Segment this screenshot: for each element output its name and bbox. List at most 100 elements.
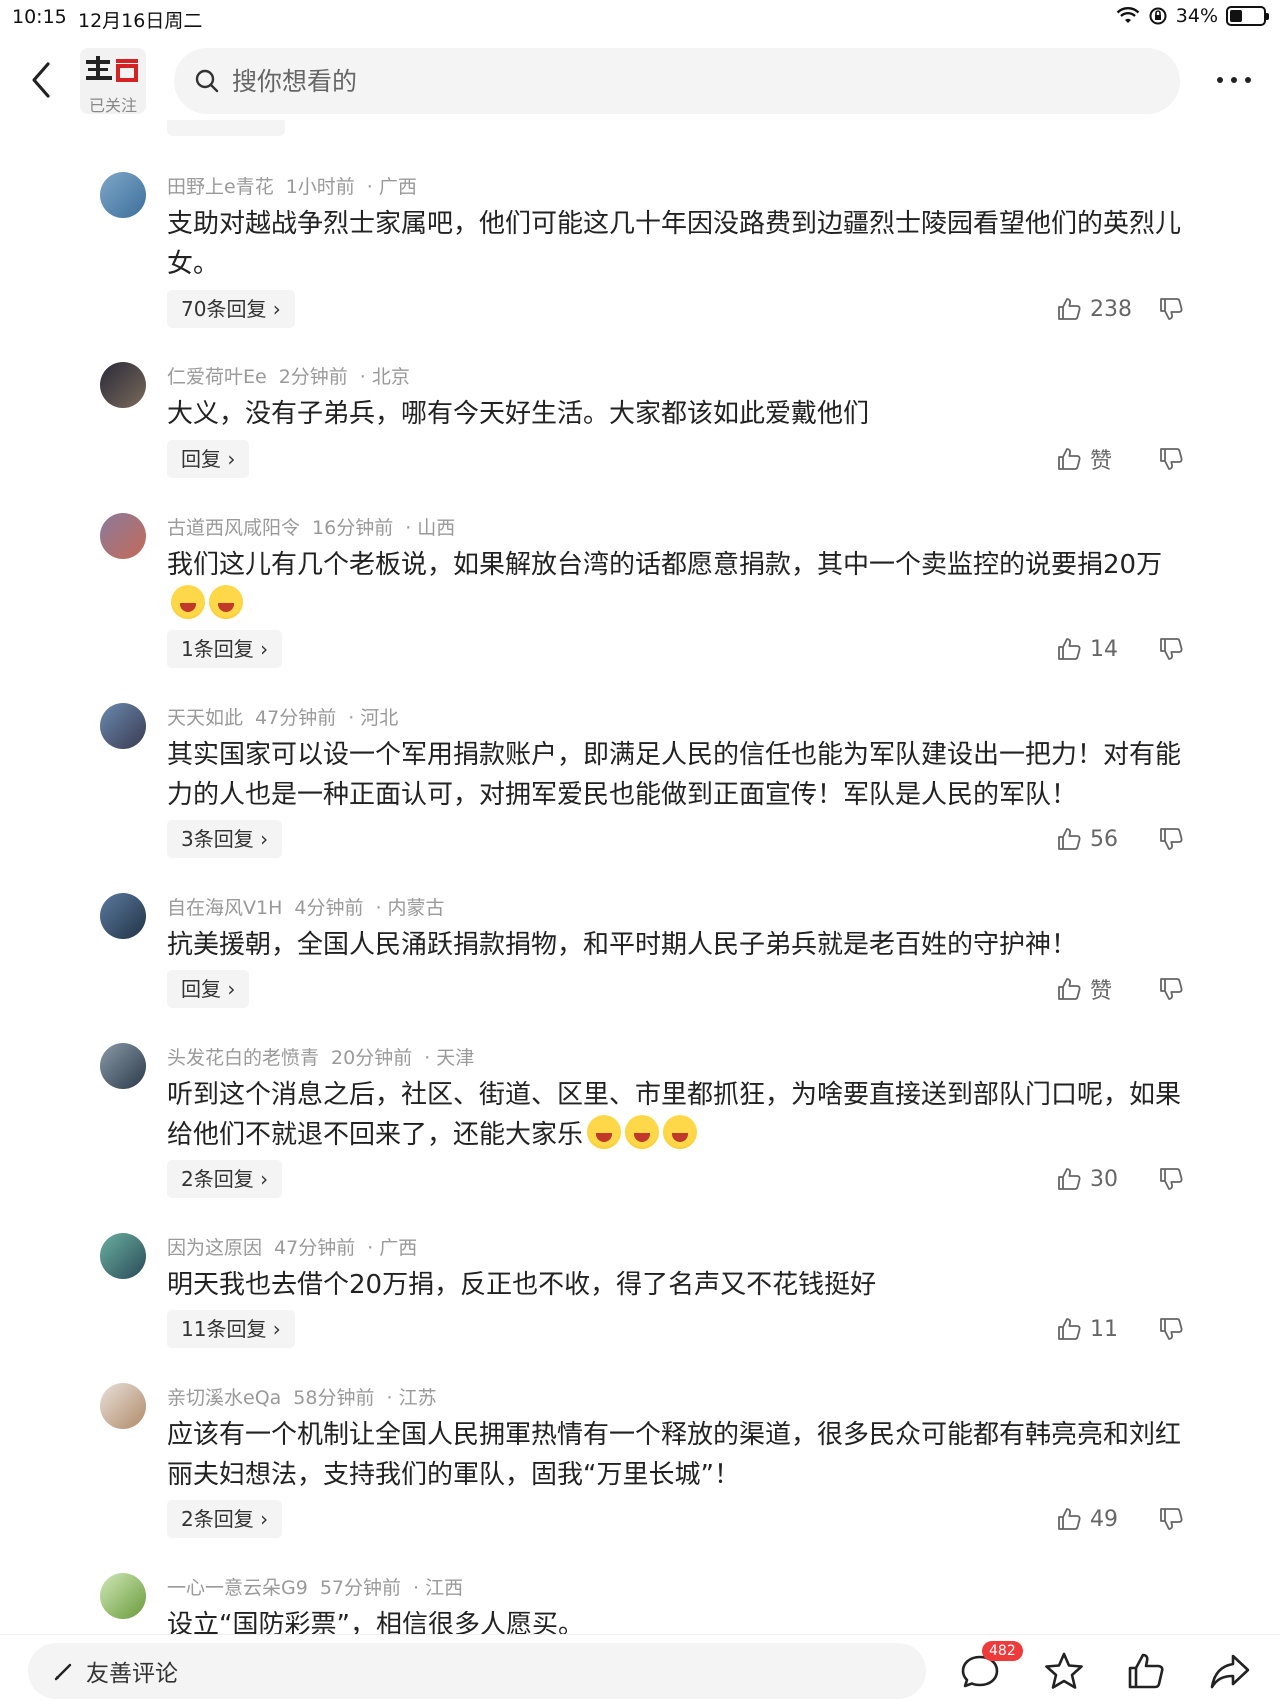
like-button[interactable]: 56 [1056, 820, 1118, 858]
comment-time: 2分钟前 [278, 366, 348, 388]
status-date: 12月16日周二 [78, 10, 203, 32]
more-button[interactable] [1212, 68, 1256, 92]
comment-time: 16分钟前 [312, 517, 394, 539]
reply-button[interactable]: 3条回复 › [167, 820, 283, 858]
thumbs-up-icon [1058, 978, 1081, 1000]
comment-username[interactable]: 因为这原因 [167, 1237, 262, 1259]
reply-button[interactable]: 回复 › [167, 440, 250, 478]
comment-time: 47分钟前 [255, 707, 337, 729]
thumbs-down-icon[interactable] [1158, 976, 1184, 1002]
comment-meta: 一心一意云朵G9 57分钟前 · 江西 [167, 1573, 475, 1600]
like-button[interactable]: 赞 [1056, 970, 1112, 1008]
comment-body: 其实国家可以设一个军用捐款账户，即满足人民的信任也能为军队建设出一把力！对有能力… [167, 740, 1182, 810]
comment-meta: 自在海风V1H 4分钟前 · 内蒙古 [167, 893, 457, 920]
comment-text: 支助对越战争烈士家属吧，他们可能这几十年因没路费到边疆烈士陵园看望他们的英烈儿女… [167, 204, 1187, 284]
user-avatar[interactable] [100, 893, 146, 939]
thumbs-down-icon[interactable] [1158, 1506, 1184, 1532]
user-avatar[interactable] [100, 1233, 146, 1279]
comment-body: 大义，没有子弟兵，哪有今天好生活。大家都该如此爱戴他们 [167, 399, 870, 429]
comment-username[interactable]: 古道西风咸阳令 [167, 517, 300, 539]
comment-region: · 广西 [367, 1237, 418, 1259]
comment-text: 其实国家可以设一个军用捐款账户，即满足人民的信任也能为军队建设出一把力！对有能力… [167, 735, 1187, 815]
thumbs-down-icon[interactable] [1158, 446, 1184, 472]
comment-username[interactable]: 亲切溪水eQa [167, 1387, 281, 1409]
thumbs-up-icon [1058, 298, 1081, 320]
comment-region: · 江苏 [386, 1387, 437, 1409]
comment-region: · 北京 [359, 366, 410, 388]
comment-time: 1小时前 [285, 176, 355, 198]
user-avatar[interactable] [100, 1043, 146, 1089]
thumbs-down-icon[interactable] [1158, 296, 1184, 322]
comment-time: 4分钟前 [294, 897, 364, 919]
user-avatar[interactable] [100, 513, 146, 559]
search-icon [195, 69, 219, 93]
star-icon[interactable] [1042, 1649, 1086, 1693]
comment-time: 57分钟前 [319, 1577, 401, 1599]
user-avatar[interactable] [100, 1573, 146, 1619]
search-bar[interactable] [174, 48, 1180, 114]
like-button[interactable]: 49 [1056, 1500, 1118, 1538]
comment-region: · 天津 [424, 1047, 475, 1069]
thumbs-down-icon[interactable] [1158, 1316, 1184, 1342]
back-button[interactable] [22, 58, 62, 102]
laughing-emoji-icon [587, 1115, 622, 1149]
comment-username[interactable]: 一心一意云朵G9 [167, 1577, 308, 1599]
reply-button[interactable]: 2条回复 › [167, 1160, 283, 1198]
bottom-bar: 友善评论 482 [0, 1634, 1280, 1706]
like-count: 赞 [1090, 979, 1113, 1004]
like-count: 238 [1090, 296, 1132, 322]
back-arrow-icon [32, 62, 50, 98]
comment-username[interactable]: 仁爱荷叶Ee [167, 366, 267, 388]
search-input[interactable] [232, 66, 1032, 96]
comment-username[interactable]: 田野上e青花 [167, 176, 274, 198]
like-count: 11 [1090, 1316, 1118, 1342]
thumbs-up-icon [1058, 638, 1081, 660]
reply-button[interactable]: 1条回复 › [167, 630, 283, 668]
user-avatar[interactable] [100, 362, 146, 408]
comment-meta: 田野上e青花 1小时前 · 广西 [167, 172, 429, 199]
thumbs-down-icon[interactable] [1158, 826, 1184, 852]
comment-username[interactable]: 天天如此 [167, 707, 243, 729]
comment-input-label: 友善评论 [86, 1661, 178, 1687]
like-button[interactable]: 30 [1056, 1160, 1118, 1198]
share-icon[interactable] [1208, 1649, 1252, 1693]
comment-text: 我们这儿有几个老板说，如果解放台湾的话都愿意捐款，其中一个卖监控的说要捐20万 [167, 545, 1187, 625]
thumbs-up-icon [1058, 1318, 1081, 1340]
laughing-emoji-icon [625, 1115, 660, 1149]
user-avatar[interactable] [100, 172, 146, 218]
comment-time: 58分钟前 [293, 1387, 375, 1409]
comment-meta: 仁爱荷叶Ee 2分钟前 · 北京 [167, 362, 422, 389]
comment-input[interactable]: 友善评论 [28, 1643, 926, 1699]
comment-body: 我们这儿有几个老板说，如果解放台湾的话都愿意捐款，其中一个卖监控的说要捐20万 [167, 550, 1163, 580]
account-avatar[interactable]: 已关注 [80, 48, 146, 115]
user-avatar[interactable] [100, 703, 146, 749]
reply-button[interactable]: 11条回复 › [167, 1310, 295, 1348]
like-count: 56 [1090, 826, 1118, 852]
lock-rotation-icon [1149, 7, 1167, 25]
comment-count-badge: 482 [982, 1641, 1023, 1661]
like-icon[interactable] [1124, 1649, 1168, 1693]
reply-button[interactable]: 2条回复 › [167, 1500, 283, 1538]
comment-text: 明天我也去借个20万捐，反正也不收，得了名声又不花钱挺好 [167, 1265, 1187, 1305]
pen-icon [54, 1663, 72, 1681]
comment-body: 抗美援朝，全国人民涌跃捐款捐物，和平时期人民子弟兵就是老百姓的守护神！ [167, 930, 1078, 960]
comment-meta: 因为这原因 47分钟前 · 广西 [167, 1233, 429, 1260]
like-button[interactable]: 238 [1056, 290, 1132, 328]
comment-region: · 内蒙古 [375, 897, 445, 919]
reply-button[interactable]: 回复 › [167, 970, 250, 1008]
reply-button[interactable]: 70条回复 › [167, 290, 295, 328]
comment-region: · 山西 [405, 517, 456, 539]
like-count: 49 [1090, 1506, 1118, 1532]
comment-username[interactable]: 头发花白的老愤青 [167, 1047, 319, 1069]
thumbs-down-icon[interactable] [1158, 636, 1184, 662]
like-button[interactable]: 赞 [1056, 440, 1112, 478]
thumbs-down-icon[interactable] [1158, 1166, 1184, 1192]
comment-meta: 天天如此 47分钟前 · 河北 [167, 703, 410, 730]
like-button[interactable]: 14 [1056, 630, 1118, 668]
like-button[interactable]: 11 [1056, 1310, 1118, 1348]
user-avatar[interactable] [100, 1383, 146, 1429]
partial-reply-button [167, 120, 285, 136]
like-count: 14 [1090, 636, 1118, 662]
thumbs-up-icon [1058, 448, 1081, 470]
comment-username[interactable]: 自在海风V1H [167, 897, 282, 919]
